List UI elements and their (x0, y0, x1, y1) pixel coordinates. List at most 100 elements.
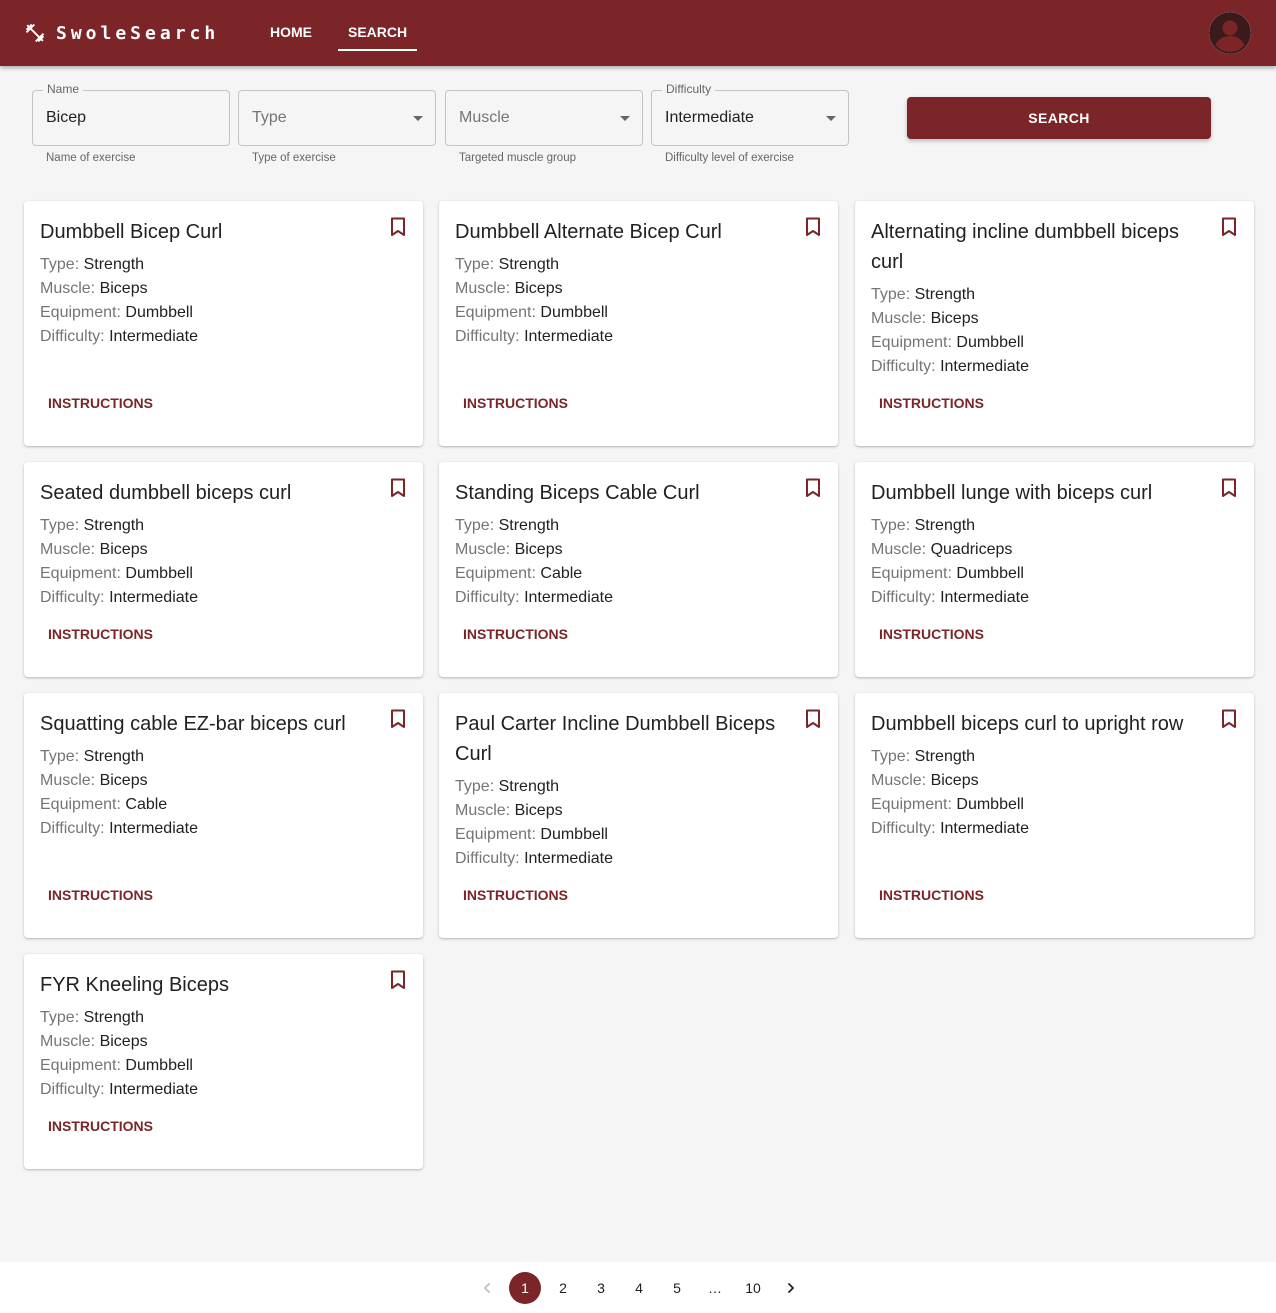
type-label: Type: (871, 748, 911, 765)
page-button[interactable]: 2 (547, 1272, 579, 1304)
bookmark-icon[interactable] (1220, 217, 1238, 237)
nav-home[interactable]: HOME (260, 14, 322, 50)
exercise-name: Dumbbell Bicep Curl (40, 221, 223, 243)
equipment-row: Equipment: Dumbbell (40, 562, 198, 586)
page-button[interactable]: 1 (509, 1272, 541, 1304)
muscle-value: Biceps (99, 541, 148, 558)
muscle-label: Muscle: (40, 280, 96, 297)
muscle-row: Muscle: Biceps (455, 799, 613, 823)
equipment-row: Equipment: Cable (40, 793, 198, 817)
difficulty-label: Difficulty: (40, 589, 105, 606)
brand[interactable]: SwoleSearch (24, 20, 219, 46)
exercise-card: Dumbbell lunge with biceps curl Type: Str… (855, 462, 1254, 677)
difficulty-value: Intermediate (524, 850, 613, 867)
instructions-button[interactable]: INSTRUCTIONS (455, 616, 576, 652)
exercise-name: Dumbbell biceps curl to upright row (871, 713, 1184, 735)
bookmark-icon[interactable] (804, 478, 822, 498)
difficulty-row: Difficulty: Intermediate (40, 817, 198, 841)
muscle-label: Muscle: (455, 802, 511, 819)
difficulty-label: Difficulty: (871, 358, 936, 375)
equipment-row: Equipment: Dumbbell (871, 562, 1029, 586)
exercise-card: FYR Kneeling Biceps Type: Strength Muscle:… (24, 954, 423, 1169)
equipment-value: Dumbbell (125, 565, 193, 582)
app-bar: SwoleSearch HOME SEARCH (0, 0, 1276, 66)
equipment-row: Equipment: Dumbbell (455, 301, 613, 325)
type-value: Strength (498, 517, 560, 534)
muscle-value: Biceps (99, 772, 148, 789)
equipment-value: Dumbbell (125, 304, 193, 321)
bookmark-icon[interactable] (804, 709, 822, 729)
equipment-value: Cable (540, 565, 583, 582)
bookmark-icon[interactable] (389, 217, 407, 237)
page-button[interactable]: 4 (623, 1272, 655, 1304)
bookmark-icon[interactable] (389, 970, 407, 990)
exercise-details: Type: Strength Muscle: Biceps Equipment: D… (455, 775, 613, 871)
bookmark-icon[interactable] (804, 217, 822, 237)
equipment-label: Equipment: (871, 334, 952, 351)
equipment-value: Dumbbell (956, 334, 1024, 351)
muscle-row: Muscle: Biceps (40, 769, 198, 793)
type-label: Type: (871, 517, 911, 534)
equipment-label: Equipment: (871, 796, 952, 813)
type-row: Type: Strength (871, 514, 1029, 538)
difficulty-value: Intermediate (940, 358, 1029, 375)
type-label: Type: (40, 1009, 80, 1026)
name-field-value: Bicep (46, 109, 87, 126)
instructions-button[interactable]: INSTRUCTIONS (40, 385, 161, 421)
muscle-value: Biceps (930, 310, 979, 327)
next-page-icon[interactable] (775, 1272, 807, 1304)
muscle-value: Biceps (930, 772, 979, 789)
difficulty-label: Difficulty: (40, 1081, 105, 1098)
bookmark-icon[interactable] (389, 709, 407, 729)
page-button[interactable]: 5 (661, 1272, 693, 1304)
type-select[interactable]: Type (238, 90, 436, 146)
type-row: Type: Strength (40, 745, 198, 769)
exercise-card: Dumbbell Alternate Bicep Curl Type: Stren… (439, 201, 838, 446)
instructions-button[interactable]: INSTRUCTIONS (455, 385, 576, 421)
difficulty-value: Intermediate (109, 820, 198, 837)
muscle-select[interactable]: Muscle (445, 90, 643, 146)
instructions-button[interactable]: INSTRUCTIONS (40, 1108, 161, 1144)
difficulty-value: Intermediate (109, 589, 198, 606)
page-button[interactable]: 3 (585, 1272, 617, 1304)
equipment-label: Equipment: (40, 1057, 121, 1074)
equipment-label: Equipment: (871, 565, 952, 582)
instructions-button[interactable]: INSTRUCTIONS (871, 616, 992, 652)
type-row: Type: Strength (40, 514, 198, 538)
equipment-row: Equipment: Dumbbell (871, 793, 1029, 817)
muscle-value: Quadriceps (930, 541, 1013, 558)
name-field[interactable]: Name Bicep (32, 82, 230, 146)
previous-page-icon[interactable] (471, 1272, 503, 1304)
muscle-row: Muscle: Biceps (40, 277, 198, 301)
nav-search[interactable]: SEARCH (338, 14, 418, 51)
equipment-label: Equipment: (40, 304, 121, 321)
difficulty-label: Difficulty: (871, 820, 936, 837)
difficulty-row: Difficulty: Intermediate (40, 1078, 198, 1102)
account-circle-icon (1209, 12, 1251, 54)
difficulty-label: Difficulty: (871, 589, 936, 606)
page-button[interactable]: 10 (737, 1272, 769, 1304)
muscle-row: Muscle: Biceps (455, 277, 613, 301)
type-row: Type: Strength (455, 253, 613, 277)
equipment-label: Equipment: (455, 565, 536, 582)
difficulty-select[interactable]: Difficulty Intermediate (651, 82, 849, 146)
instructions-button[interactable]: INSTRUCTIONS (40, 877, 161, 913)
muscle-value: Biceps (99, 1033, 148, 1050)
instructions-button[interactable]: INSTRUCTIONS (871, 385, 992, 421)
exercise-name: Dumbbell Alternate Bicep Curl (455, 221, 722, 243)
instructions-button[interactable]: INSTRUCTIONS (871, 877, 992, 913)
instructions-button[interactable]: INSTRUCTIONS (40, 616, 161, 652)
difficulty-label: Difficulty: (455, 589, 520, 606)
bookmark-icon[interactable] (1220, 478, 1238, 498)
type-value: Strength (83, 1009, 145, 1026)
bookmark-icon[interactable] (1220, 709, 1238, 729)
exercise-name: FYR Kneeling Biceps (40, 974, 229, 996)
instructions-button[interactable]: INSTRUCTIONS (455, 877, 576, 913)
muscle-label: Muscle: (871, 310, 927, 327)
difficulty-row: Difficulty: Intermediate (871, 355, 1029, 379)
exercise-name: Standing Biceps Cable Curl (455, 482, 700, 504)
account-avatar[interactable] (1209, 12, 1251, 54)
exercise-name: Paul Carter Incline Dumbbell Biceps Curl (455, 713, 776, 765)
search-button[interactable]: SEARCH (907, 97, 1211, 139)
bookmark-icon[interactable] (389, 478, 407, 498)
